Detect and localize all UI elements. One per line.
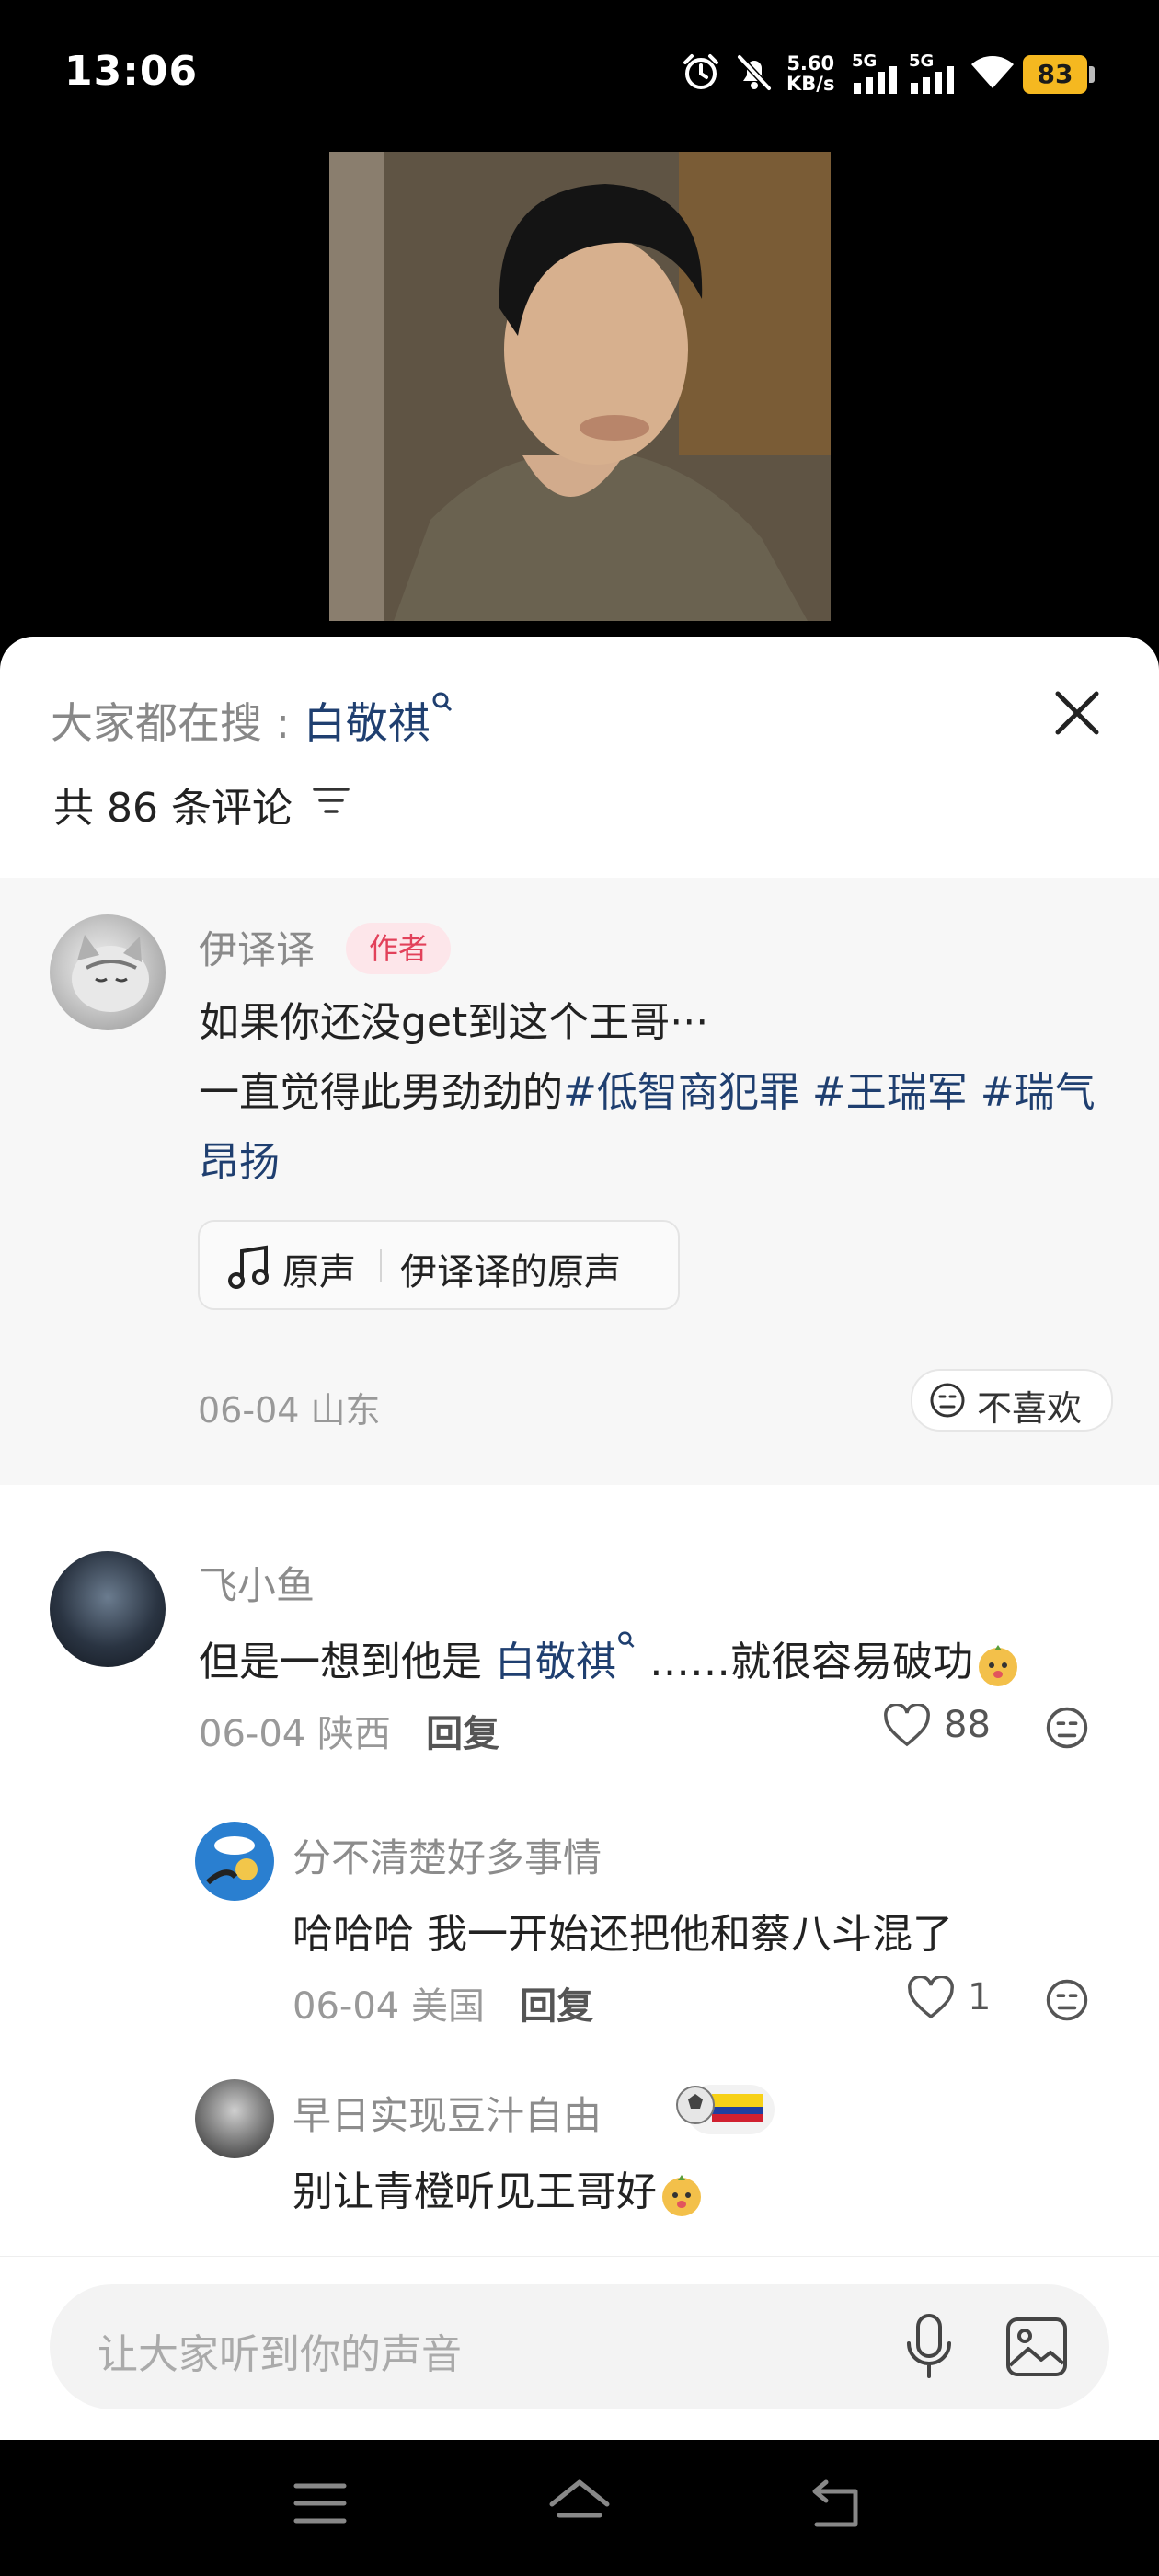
mute-icon (737, 54, 772, 91)
comment-input-bar: 让大家听到你的声音 (0, 2256, 1159, 2441)
like-button[interactable]: 88 (883, 1700, 1003, 1752)
replier-avatar[interactable] (195, 2079, 274, 2158)
comment-date-location: 06-04 陕西 (199, 1713, 391, 1755)
hashtag-link[interactable]: #低智商犯罪 (563, 1069, 799, 1116)
alarm-icon (683, 54, 718, 89)
comment-sheet: 大家都在搜 : 白敬祺 共 86 条评论 伊译译 作者 如果你还没get到这个王… (0, 637, 1159, 2440)
battery-tip (1089, 66, 1095, 83)
back-icon[interactable] (808, 2477, 866, 2530)
comment-input-placeholder: 让大家听到你的声音 (98, 2331, 462, 2378)
wifi-icon (971, 56, 1014, 88)
dislike-face-icon[interactable] (1045, 1978, 1089, 2022)
comment-text-part: ……就很容易破功 (637, 1639, 973, 1685)
video-image (329, 152, 831, 621)
music-separator (380, 1249, 382, 1282)
replier-avatar[interactable] (195, 1822, 274, 1901)
emoji-icon (662, 2175, 701, 2216)
signal-1: 5G (852, 52, 903, 96)
search-keyword-link[interactable]: 白敬祺 (495, 1639, 616, 1685)
heart-icon (884, 1704, 930, 1747)
music-chip[interactable]: 原声 伊译译的原声 (198, 1220, 680, 1310)
signal-2: 5G (909, 52, 960, 96)
menu-icon[interactable] (293, 2480, 348, 2526)
image-icon[interactable] (1004, 2316, 1069, 2378)
comment-meta: 06-04 陕西 回复 (199, 1704, 499, 1757)
net-speed-value: 5.60 (786, 52, 835, 75)
music-note-icon (228, 1245, 269, 1289)
like-count: 1 (968, 1976, 992, 2018)
search-icon (618, 1631, 635, 1648)
like-count: 88 (944, 1704, 991, 1746)
heart-icon (908, 1976, 954, 2019)
music-title: 伊译译的原声 (400, 1251, 621, 1294)
post-line-2: 一直觉得此男劲劲的#低智商犯罪 #王瑞军 #瑞气昂扬 (199, 1058, 1119, 1198)
net-speed: 5.60 KB/s (786, 53, 834, 94)
comment-input[interactable]: 让大家听到你的声音 (50, 2284, 1109, 2409)
hashtag-link[interactable]: #王瑞军 (812, 1069, 968, 1116)
reply-text: 别让青橙听见王哥好 (293, 2158, 706, 2219)
like-button[interactable]: 1 (907, 1972, 999, 2024)
replier-name[interactable]: 分不清楚好多事情 (293, 1827, 602, 1883)
football-colombia-badge-icon (676, 2085, 775, 2134)
battery-icon: 83 (1023, 55, 1087, 94)
replier-name[interactable]: 早日实现豆汁自由 (293, 2085, 602, 2141)
author-badge: 作者 (346, 923, 451, 974)
comment-text: 但是一想到他是 白敬祺 ……就很容易破功 (199, 1628, 1119, 1689)
search-suggestion[interactable]: 大家都在搜 : 白敬祺 (51, 690, 454, 751)
post-caption: 如果你还没get到这个王哥··· 一直觉得此男劲劲的#低智商犯罪 #王瑞军 #瑞… (199, 988, 1119, 1198)
reply-date-location: 06-04 美国 (293, 1985, 485, 2028)
reply-button[interactable]: 回复 (520, 1985, 593, 2028)
author-post: 伊译译 作者 如果你还没get到这个王哥··· 一直觉得此男劲劲的#低智商犯罪 … (0, 878, 1159, 1485)
author-avatar[interactable] (50, 914, 166, 1030)
search-keyword-link[interactable]: 白敬祺 (304, 698, 430, 748)
reply-text: 哈哈哈 我一开始还把他和蔡八斗混了 (293, 1911, 953, 1958)
signal-icon (911, 66, 954, 94)
commenter-avatar[interactable] (50, 1551, 166, 1667)
reply-item: 分不清楚好多事情 哈哈哈 我一开始还把他和蔡八斗混了 06-04 美国 回复 1 (0, 1822, 1159, 2028)
emoji-icon (979, 1645, 1017, 1686)
clock: 13:06 (64, 48, 199, 95)
cartoon-avatar-image (205, 1836, 258, 1885)
search-icon (432, 692, 452, 712)
post-line-2-text: 一直觉得此男劲劲的 (199, 1069, 563, 1116)
comment-text-part: 但是一想到他是 (199, 1639, 495, 1685)
reply-text-content: 别让青橙听见王哥好 (293, 2168, 657, 2215)
dislike-button[interactable]: 不喜欢 (911, 1369, 1113, 1432)
comment-item: 飞小鱼 但是一想到他是 白敬祺 ……就很容易破功 06-04 陕西 回复 88 (0, 1549, 1159, 1761)
microphone-icon[interactable] (901, 2312, 957, 2382)
signal-icon (854, 66, 897, 94)
net-speed-unit: KB/s (786, 73, 835, 95)
post-meta: 06-04 山东 (198, 1390, 381, 1431)
reply-item: 早日实现豆汁自由 别让青橙听见王哥好 (0, 2079, 1159, 2263)
video-thumbnail[interactable] (329, 152, 831, 621)
comment-count: 共 86 条评论 (53, 785, 293, 832)
author-name[interactable]: 伊译译 (199, 919, 315, 975)
close-icon[interactable] (1045, 681, 1109, 745)
dislike-face-icon[interactable] (1045, 1706, 1089, 1750)
reply-button[interactable]: 回复 (426, 1713, 499, 1755)
music-label: 原声 (282, 1251, 356, 1294)
search-prefix: 大家都在搜 : (51, 698, 291, 748)
cat-avatar-image (72, 935, 149, 1012)
status-bar: 13:06 5.60 KB/s 5G 5G 83 (0, 0, 1159, 147)
dislike-label: 不喜欢 (977, 1388, 1083, 1429)
system-nav-bar (0, 2440, 1159, 2576)
commenter-name[interactable]: 飞小鱼 (199, 1555, 315, 1611)
reply-meta: 06-04 美国 回复 (293, 1976, 593, 2030)
sort-filter-icon[interactable] (313, 786, 350, 815)
home-icon[interactable] (546, 2477, 613, 2530)
post-line-1: 如果你还没get到这个王哥··· (199, 999, 709, 1046)
neutral-face-icon (930, 1383, 965, 1418)
